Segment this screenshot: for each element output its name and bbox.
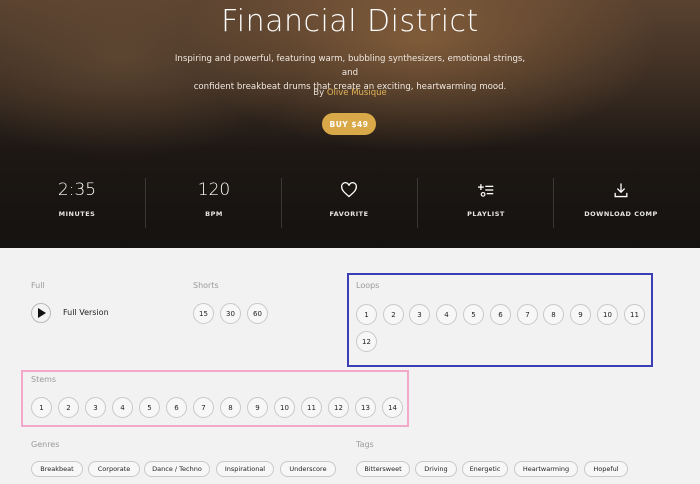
stat-divider [145,178,146,228]
stem-pill[interactable]: 8 [220,397,241,418]
mood-tag[interactable]: Heartwarming [514,461,578,477]
play-button[interactable] [31,303,51,323]
stat-divider [553,178,554,228]
stem-pill[interactable]: 10 [274,397,295,418]
stem-pill[interactable]: 4 [112,397,133,418]
loops-section-label: Loops [356,281,380,290]
stem-pill[interactable]: 1 [31,397,52,418]
short-pill[interactable]: 60 [247,303,268,324]
genre-tag[interactable]: Breakbeat [31,461,83,477]
playlist-button[interactable]: PLAYLIST [436,178,536,228]
loop-pill[interactable]: 4 [436,304,457,325]
stems-highlight [21,370,409,427]
favorite-button[interactable]: FAVORITE [299,178,399,228]
shorts-section-label: Shorts [193,281,219,290]
mood-tag[interactable]: Hopeful [584,461,628,477]
loop-pill[interactable]: 12 [356,331,377,352]
loop-pill[interactable]: 3 [409,304,430,325]
loop-pill[interactable]: 8 [543,304,564,325]
loop-pill[interactable]: 1 [356,304,377,325]
artist-credit: By Olive Musique [313,88,387,98]
stem-pill[interactable]: 12 [328,397,349,418]
genre-tag[interactable]: Inspirational [216,461,274,477]
mood-tag[interactable]: Driving [415,461,457,477]
artist-link[interactable]: Olive Musique [327,88,387,98]
short-pill[interactable]: 15 [193,303,214,324]
download-comp-button[interactable]: DOWNLOAD COMP [571,178,671,228]
stem-pill[interactable]: 9 [247,397,268,418]
full-section-label: Full [31,281,45,290]
stem-pill[interactable]: 2 [58,397,79,418]
genres-section-label: Genres [31,440,60,449]
loop-pill[interactable]: 10 [597,304,618,325]
tags-section-label: Tags [356,440,374,449]
loop-pill[interactable]: 6 [490,304,511,325]
download-icon [571,178,671,202]
full-version-label[interactable]: Full Version [63,308,109,317]
track-title: Financial District [221,4,479,39]
genre-tag[interactable]: Underscore [280,461,336,477]
stem-pill[interactable]: 13 [355,397,376,418]
loop-pill[interactable]: 11 [624,304,645,325]
loop-pill[interactable]: 9 [570,304,591,325]
buy-button[interactable]: BUY $49 [322,113,376,135]
heart-icon [299,178,399,202]
stat-bpm: 120 BPM [197,180,231,218]
play-icon [38,308,46,318]
loop-pill[interactable]: 2 [383,304,404,325]
stat-minutes: 2:35 MINUTES [57,180,97,218]
short-pill[interactable]: 30 [220,303,241,324]
genre-tag[interactable]: Corporate [88,461,140,477]
mood-tag[interactable]: Energetic [462,461,508,477]
playlist-add-icon [436,178,536,202]
stem-pill[interactable]: 6 [166,397,187,418]
loop-pill[interactable]: 7 [517,304,538,325]
stat-divider [417,178,418,228]
loop-pill[interactable]: 5 [463,304,484,325]
mood-tag[interactable]: Bittersweet [356,461,410,477]
stem-pill[interactable]: 11 [301,397,322,418]
genre-tag[interactable]: Dance / Techno [144,461,210,477]
stem-pill[interactable]: 7 [193,397,214,418]
stems-section-label: Stems [31,375,57,384]
hero-banner: Financial District Inspiring and powerfu… [0,0,700,248]
stem-pill[interactable]: 14 [382,397,403,418]
stem-pill[interactable]: 3 [85,397,106,418]
stem-pill[interactable]: 5 [139,397,160,418]
stat-divider [281,178,282,228]
